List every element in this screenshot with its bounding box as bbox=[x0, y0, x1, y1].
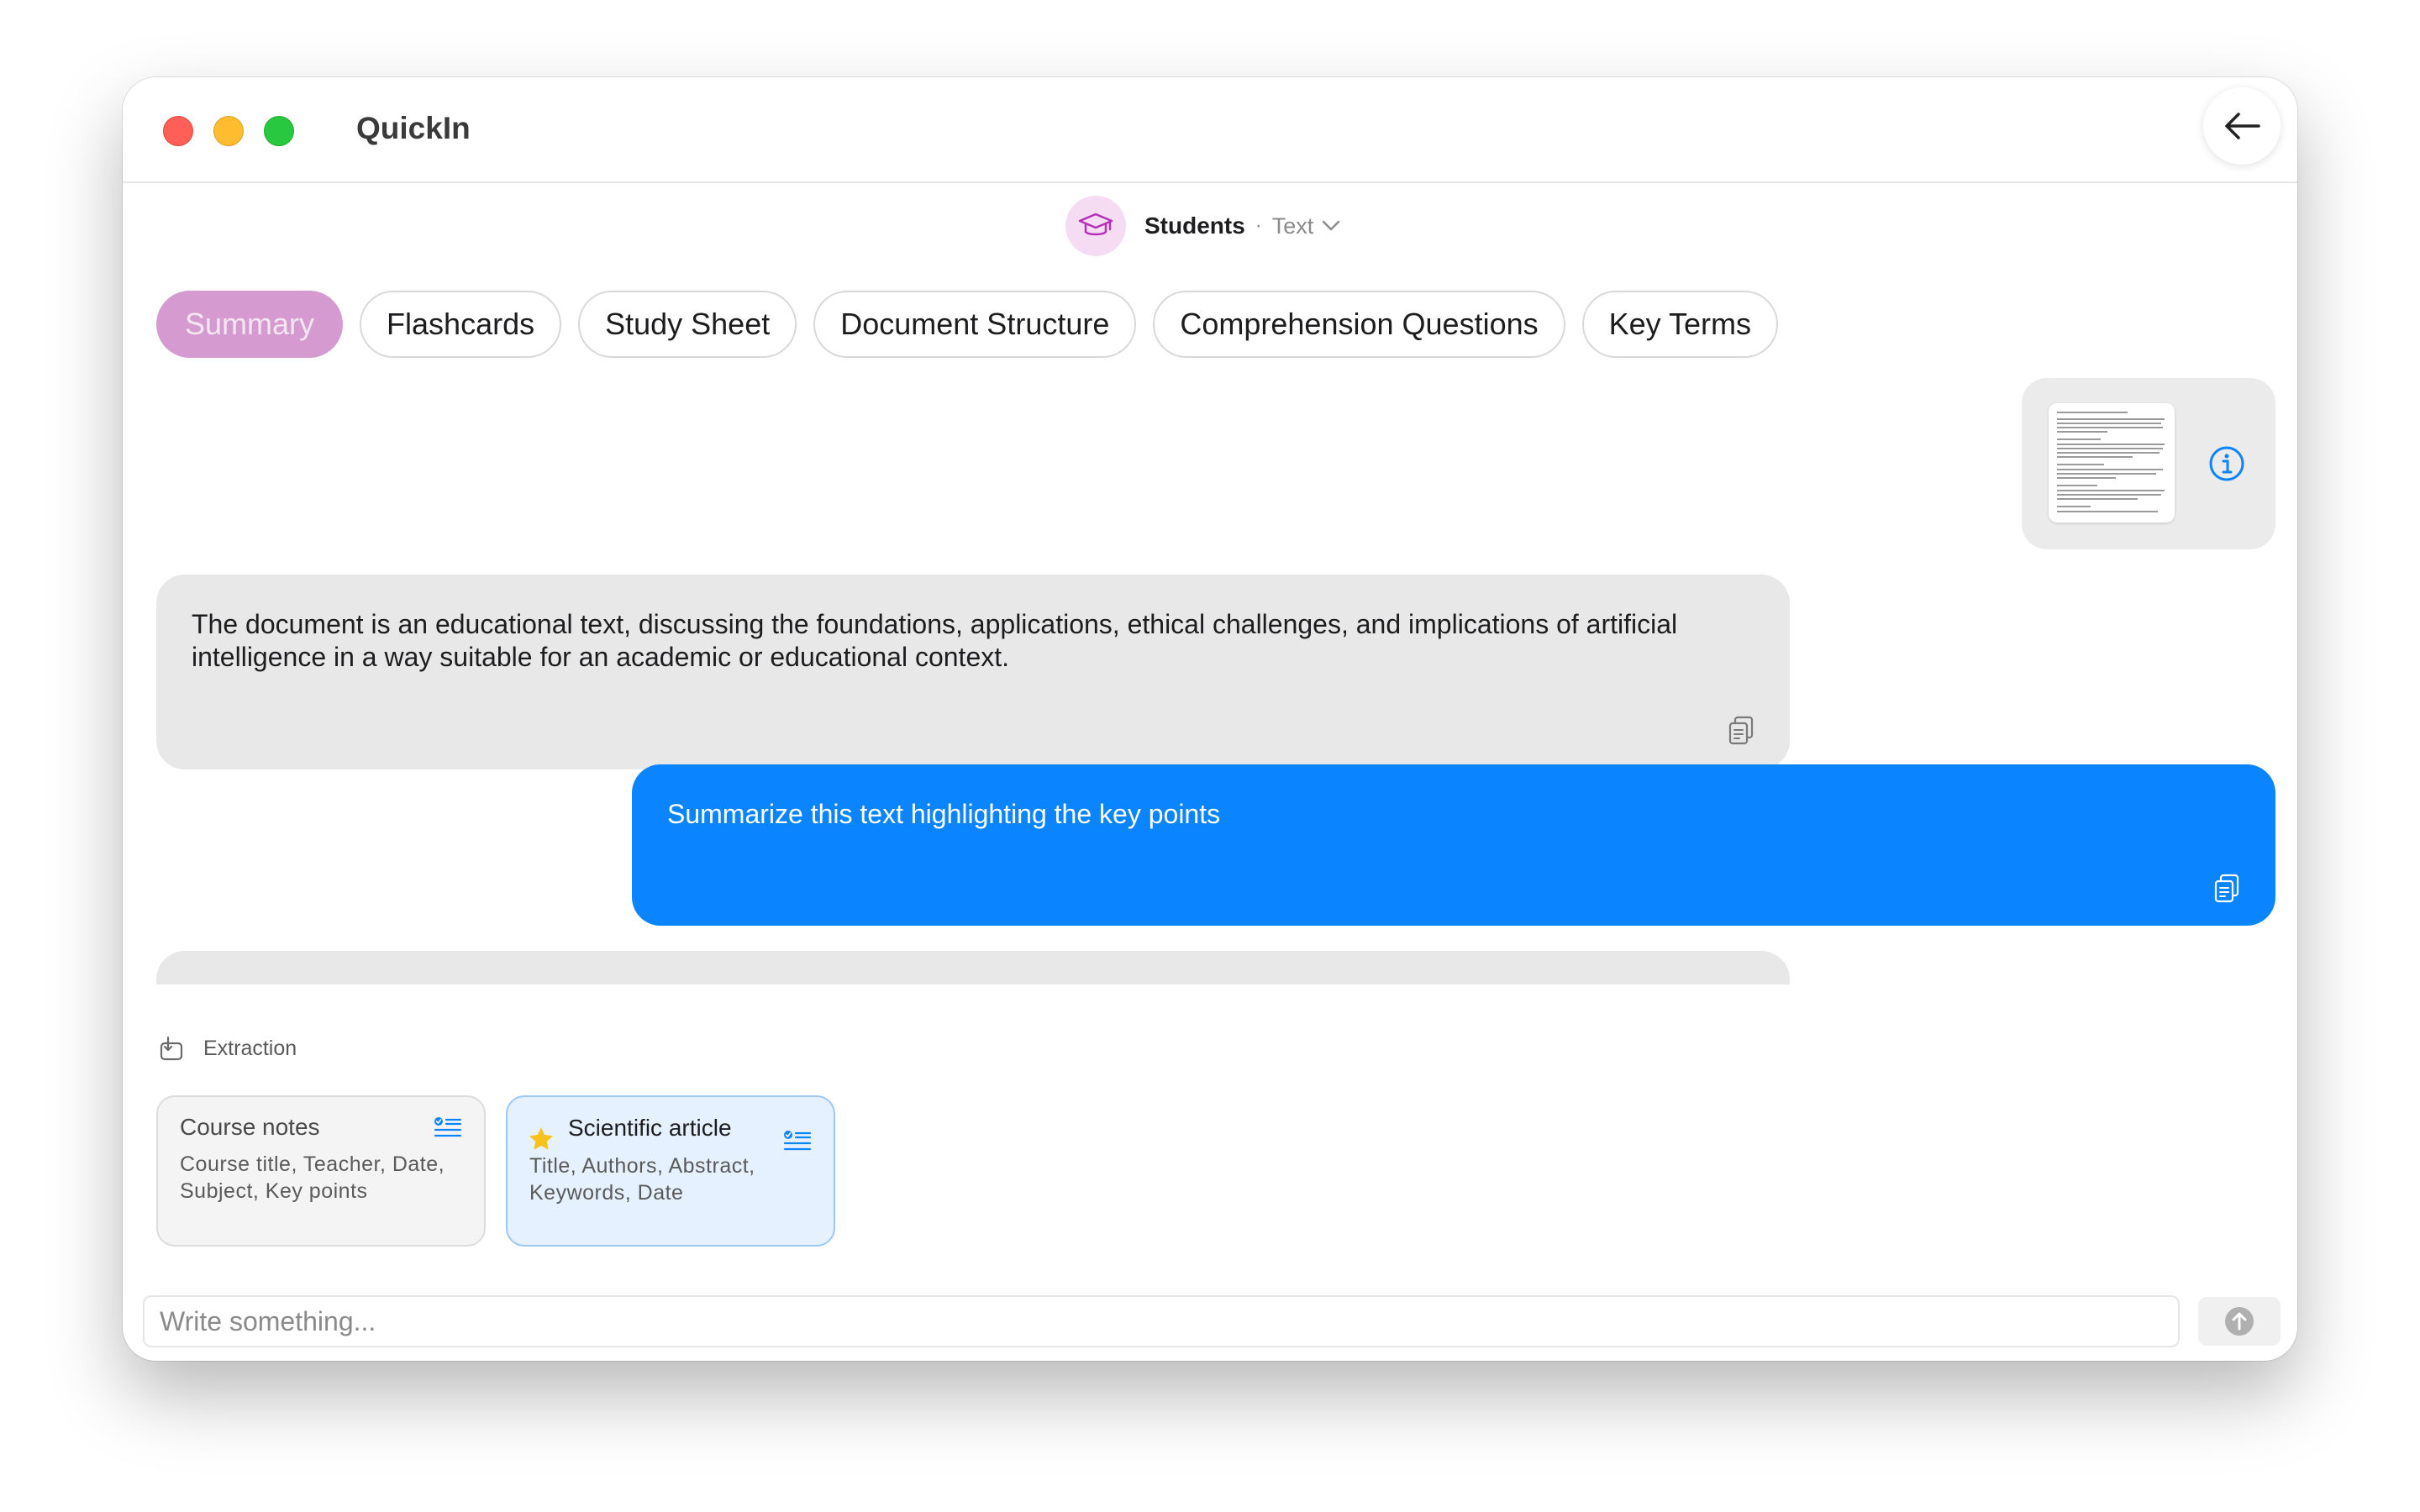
copy-icon[interactable] bbox=[1728, 716, 1754, 746]
star-icon bbox=[529, 1127, 553, 1150]
feature-tabs: Summary Flashcards Study Sheet Document … bbox=[156, 291, 1795, 358]
send-button[interactable] bbox=[2198, 1297, 2281, 1346]
close-window-button[interactable] bbox=[163, 116, 193, 146]
user-message-text: Summarize this text highlighting the key… bbox=[667, 799, 1221, 829]
profile-separator: · bbox=[1255, 214, 1262, 237]
template-fields: Title, Authors, Abstract, Keywords, Date bbox=[529, 1154, 755, 1205]
extraction-label: Extraction bbox=[203, 1036, 297, 1060]
tab-summary[interactable]: Summary bbox=[156, 291, 344, 358]
app-title: QuickIn bbox=[356, 111, 471, 145]
template-fields: Course title, Teacher, Date, Subject, Ke… bbox=[180, 1152, 445, 1203]
zoom-window-button[interactable] bbox=[264, 116, 294, 146]
message-input[interactable] bbox=[158, 1305, 2178, 1338]
template-card-scientific-article[interactable]: Scientific article Title, Authors, Abstr… bbox=[506, 1095, 835, 1247]
user-message: Summarize this text highlighting the key… bbox=[632, 764, 2275, 926]
minimize-window-button[interactable] bbox=[213, 116, 244, 146]
back-button[interactable] bbox=[2203, 87, 2281, 165]
copy-icon[interactable] bbox=[2213, 874, 2240, 904]
extraction-icon bbox=[160, 1036, 183, 1061]
info-icon[interactable] bbox=[2208, 445, 2245, 482]
checklist-icon[interactable] bbox=[434, 1116, 462, 1141]
graduation-cap-icon bbox=[1078, 213, 1113, 236]
arrow-up-circle-icon bbox=[2225, 1307, 2254, 1336]
tab-key-terms[interactable]: Key Terms bbox=[1581, 291, 1778, 358]
assistant-message-partial bbox=[156, 951, 1790, 984]
checklist-icon[interactable] bbox=[783, 1129, 812, 1154]
tab-comprehension-questions[interactable]: Comprehension Questions bbox=[1153, 291, 1565, 358]
assistant-message-text: The document is an educational text, dis… bbox=[192, 609, 1678, 672]
tab-study-sheet[interactable]: Study Sheet bbox=[578, 291, 797, 358]
profile-selector[interactable]: Students · Text bbox=[1065, 195, 1340, 257]
tab-flashcards[interactable]: Flashcards bbox=[360, 291, 562, 358]
arrow-left-icon bbox=[2225, 113, 2260, 139]
profile-name: Students bbox=[1144, 213, 1245, 239]
attached-document[interactable] bbox=[2022, 378, 2275, 549]
template-title: Scientific article bbox=[568, 1115, 732, 1141]
avatar bbox=[1065, 196, 1126, 256]
chevron-down-icon bbox=[1323, 220, 1340, 231]
extraction-header: Extraction bbox=[158, 1035, 297, 1062]
profile-mode: Text bbox=[1271, 213, 1314, 239]
title-bar: QuickIn bbox=[123, 77, 2297, 183]
template-card-course-notes[interactable]: Course notes Course title, Teacher, Date… bbox=[156, 1095, 486, 1247]
assistant-message: The document is an educational text, dis… bbox=[156, 575, 1790, 769]
message-composer bbox=[143, 1295, 2180, 1347]
app-window: QuickIn Students · Text Summary Flashcar… bbox=[123, 77, 2297, 1361]
tab-document-structure[interactable]: Document Structure bbox=[813, 291, 1137, 358]
template-title: Course notes bbox=[180, 1114, 320, 1140]
document-thumbnail bbox=[2049, 403, 2175, 522]
